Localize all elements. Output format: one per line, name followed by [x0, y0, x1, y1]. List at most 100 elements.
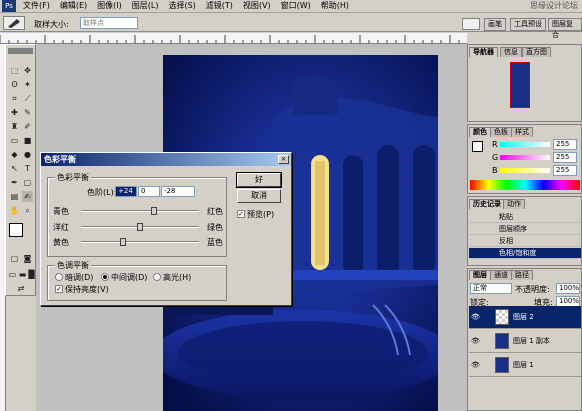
tab-actions[interactable]: 动作 [503, 199, 525, 209]
cyan-red-slider[interactable] [81, 210, 199, 212]
tab-navigator[interactable]: 导航器 [469, 47, 498, 57]
menu-image[interactable]: 图像(I) [92, 0, 127, 12]
zoom-tool-icon[interactable]: ⌕ [22, 205, 33, 216]
layer-name: 图层 1 [513, 361, 534, 369]
gradient-tool-icon[interactable]: ■ [22, 135, 33, 146]
tab-histogram[interactable]: 直方图 [522, 47, 551, 57]
slice-tool-icon[interactable]: ⟋ [22, 93, 33, 104]
eyedropper-tool-icon[interactable]: ✍ [22, 191, 33, 202]
dialog-close-button[interactable]: × [278, 155, 289, 164]
blend-mode-select[interactable]: 正常 [470, 283, 512, 294]
toolbox-grip[interactable] [8, 48, 33, 54]
pen-tool-icon[interactable]: ✒ [9, 177, 20, 188]
magenta-label: 洋红 [53, 223, 69, 232]
menu-filter[interactable]: 滤镜(T) [201, 0, 238, 12]
channel-g-value[interactable]: 255 [553, 152, 577, 163]
horizontal-ruler [0, 33, 467, 44]
channel-g-slider[interactable] [500, 155, 550, 160]
foreground-color-swatch[interactable] [9, 223, 23, 237]
tab-swatches[interactable]: 色板 [490, 127, 512, 137]
yellow-blue-slider[interactable] [81, 241, 199, 243]
cancel-button[interactable]: 取消 [237, 189, 281, 203]
menu-file[interactable]: 文件(F) [18, 0, 55, 12]
marquee-tool-icon[interactable]: ⬚ [9, 65, 20, 76]
screen-mode-3-icon[interactable]: █ [27, 269, 36, 280]
preview-checkbox[interactable]: ✓ [237, 210, 245, 218]
eye-icon[interactable]: 👁 [471, 313, 480, 321]
brush-tool-icon[interactable]: ✎ [22, 107, 33, 118]
stamp-tool-icon[interactable]: ♜ [9, 121, 20, 132]
tab-color[interactable]: 颜色 [469, 127, 491, 137]
eye-icon[interactable]: 👁 [471, 337, 480, 345]
type-tool-icon[interactable]: T [22, 163, 33, 174]
shape-tool-icon[interactable]: ▢ [22, 177, 33, 188]
menu-edit[interactable]: 编辑(E) [55, 0, 92, 12]
jump-to-imageready-icon[interactable]: ⇄ [9, 283, 33, 294]
healing-brush-tool-icon[interactable]: ✚ [9, 107, 20, 118]
dialog-title: 色彩平衡 [41, 153, 291, 166]
move-tool-icon[interactable]: ✥ [22, 65, 33, 76]
crop-tool-icon[interactable]: ⌗ [9, 93, 20, 104]
menu-help[interactable]: 帮助(H) [316, 0, 354, 12]
tab-layer-comps[interactable]: 图层复合 [548, 18, 582, 39]
palette-well-icon[interactable] [462, 18, 480, 30]
tab-styles[interactable]: 样式 [511, 127, 533, 137]
level-yellow-blue-input[interactable]: -28 [161, 186, 195, 197]
channel-r-value[interactable]: 255 [553, 139, 577, 150]
tab-paths[interactable]: 路径 [511, 270, 533, 280]
level-magenta-green-input[interactable]: 0 [138, 186, 160, 197]
blur-tool-icon[interactable]: ◆ [9, 149, 20, 160]
channel-b-slider[interactable] [500, 168, 550, 173]
hand-tool-icon[interactable]: ✋ [9, 205, 20, 216]
yellow-blue-slider-thumb[interactable] [120, 238, 127, 246]
opacity-label: 不透明度: [515, 285, 550, 294]
menu-window[interactable]: 窗口(W) [276, 0, 316, 12]
channel-r-slider[interactable] [500, 142, 550, 147]
color-spectrum-bar[interactable] [470, 180, 580, 190]
preserve-luminosity-checkbox[interactable]: ✓ [55, 285, 63, 293]
layer-row[interactable]: 👁 图层 1 [469, 354, 581, 377]
quick-mask-mode-icon[interactable]: ◙ [22, 253, 33, 264]
tab-history[interactable]: 历史记录 [469, 199, 505, 209]
eraser-tool-icon[interactable]: ▭ [9, 135, 20, 146]
magenta-green-slider-thumb[interactable] [137, 223, 143, 231]
ok-button[interactable]: 好 [236, 172, 282, 188]
channel-b-value[interactable]: 255 [553, 165, 577, 176]
sample-size-select[interactable]: 取样点 [80, 17, 138, 29]
tab-info[interactable]: 信息 [500, 47, 522, 57]
history-brush-tool-icon[interactable]: ✐ [22, 121, 33, 132]
shadows-radio[interactable] [55, 273, 63, 281]
layer-row[interactable]: 👁 图层 2 [469, 306, 581, 329]
standard-mode-icon[interactable]: ▢ [9, 253, 20, 264]
color-fg-swatch[interactable] [472, 141, 483, 152]
history-item[interactable]: 图层顺序 [469, 224, 581, 235]
dodge-tool-icon[interactable]: ● [22, 149, 33, 160]
notes-tool-icon[interactable]: ▤ [9, 191, 20, 202]
navigator-thumbnail[interactable] [510, 62, 530, 108]
highlights-radio[interactable] [153, 273, 161, 281]
menu-view[interactable]: 视图(V) [238, 0, 276, 12]
path-select-tool-icon[interactable]: ↖ [9, 163, 20, 174]
eyedropper-tool-preset[interactable] [3, 16, 25, 30]
midtones-radio[interactable] [101, 273, 109, 281]
menu-select[interactable]: 选择(S) [163, 0, 200, 12]
level-cyan-red-input[interactable]: +24 [115, 186, 137, 197]
eye-icon[interactable]: 👁 [471, 361, 480, 369]
history-item-label: 图层顺序 [499, 225, 527, 233]
history-item[interactable]: 反相 [469, 236, 581, 247]
layer-thumbnail [495, 357, 509, 373]
magic-wand-tool-icon[interactable]: ✦ [22, 79, 33, 90]
green-label: 绿色 [207, 223, 223, 232]
lasso-tool-icon[interactable]: ʘ [9, 79, 20, 90]
cyan-red-slider-thumb[interactable] [151, 207, 158, 215]
opacity-input[interactable]: 100% [556, 283, 580, 294]
tab-tool-presets[interactable]: 工具预设 [510, 18, 546, 31]
tab-brushes[interactable]: 画笔 [484, 18, 506, 31]
photoshop-logo: Ps [2, 0, 16, 12]
tab-channels[interactable]: 通道 [490, 270, 512, 280]
history-item[interactable]: 粘贴 [469, 212, 581, 223]
layer-row[interactable]: 👁 图层 1 副本 [469, 330, 581, 353]
history-item-selected[interactable]: 色相/饱和度 [469, 248, 581, 259]
tab-layers[interactable]: 图层 [469, 270, 491, 280]
menu-layer[interactable]: 图层(L) [127, 0, 164, 12]
